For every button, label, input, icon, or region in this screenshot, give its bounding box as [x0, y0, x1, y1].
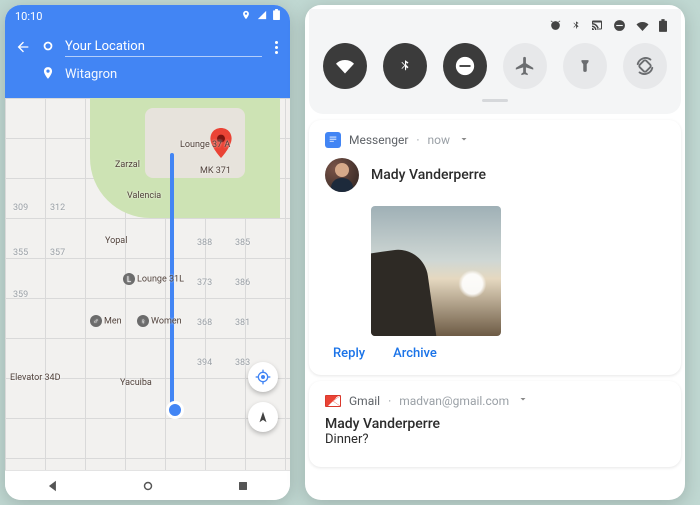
label-yopal: Yopal: [105, 236, 127, 246]
messenger-app-icon: [325, 132, 341, 148]
label-valencia: Valencia: [127, 191, 161, 201]
cast-icon: [590, 17, 604, 36]
battery-icon: [273, 9, 280, 23]
bluetooth-status-icon: [571, 17, 581, 36]
notification-time: now: [428, 133, 451, 147]
label-women: Women: [151, 317, 182, 327]
destination-display[interactable]: Witagron: [65, 65, 117, 84]
nav-home-icon[interactable]: [128, 471, 168, 501]
dnd-icon: [613, 17, 626, 36]
airplane-tile[interactable]: [503, 43, 547, 89]
label-zarzal: Zarzal: [115, 160, 140, 170]
room-number: 394: [197, 358, 212, 368]
expand-chevron-icon[interactable]: [458, 133, 470, 148]
status-bar: 10:10: [5, 5, 290, 27]
battery-status-icon: [659, 17, 667, 36]
messenger-notification[interactable]: Messenger · now Mady Vanderperre Reply A…: [309, 120, 681, 375]
origin-circle-icon: [41, 38, 55, 57]
room-number: 381: [235, 318, 250, 328]
status-icons: [241, 9, 280, 23]
phone-maps: 10:10 Your Location: [5, 5, 290, 500]
label-elevator34d: Elevator 34D: [10, 373, 61, 383]
lounge-poi-icon: L: [123, 273, 135, 285]
archive-action[interactable]: Archive: [393, 346, 437, 361]
nav-back-icon[interactable]: [33, 471, 73, 501]
gmail-notification[interactable]: Gmail · madvan@gmail.com Mady Vanderperr…: [309, 381, 681, 467]
gmail-app-icon: [325, 395, 341, 407]
room-number: 309: [13, 203, 28, 213]
android-nav-bar: [5, 470, 290, 500]
email-subject: Dinner?: [325, 432, 665, 447]
wifi-tile[interactable]: [323, 43, 367, 89]
room-number: 386: [235, 278, 250, 288]
label-yacuiba: Yacuiba: [120, 378, 152, 388]
nav-recents-icon[interactable]: [223, 471, 263, 501]
room-number: 373: [197, 278, 212, 288]
overflow-menu-icon[interactable]: [272, 41, 280, 54]
room-number: 312: [50, 203, 65, 213]
map-canvas[interactable]: Lounge 37 A MK 371 Zarzal Valencia Yopal…: [5, 98, 290, 470]
label-mk371: MK 371: [200, 166, 231, 176]
notification-app-name: Messenger: [349, 133, 408, 147]
room-number: 383: [235, 358, 250, 368]
reply-action[interactable]: Reply: [333, 346, 365, 361]
alarm-icon: [549, 17, 562, 36]
compass-button[interactable]: [248, 402, 278, 432]
room-number: 388: [197, 238, 212, 248]
sender-avatar: [325, 158, 359, 192]
rotation-tile[interactable]: [623, 43, 667, 89]
status-bar: [323, 17, 667, 35]
sender-name: Mady Vanderperre: [371, 167, 486, 183]
message-image-attachment[interactable]: [371, 206, 501, 336]
room-number: 368: [197, 318, 212, 328]
panel-drag-handle[interactable]: [482, 99, 508, 102]
back-arrow-icon[interactable]: [15, 39, 31, 55]
bluetooth-tile[interactable]: [383, 43, 427, 89]
notification-account: madvan@gmail.com: [399, 394, 509, 408]
signal-icon: [257, 10, 267, 23]
origin-input[interactable]: Your Location: [65, 37, 262, 57]
my-location-button[interactable]: [248, 362, 278, 392]
room-number: 357: [50, 248, 65, 258]
room-number: 355: [13, 248, 28, 258]
room-number: 359: [13, 290, 28, 300]
phone-notifications: Messenger · now Mady Vanderperre Reply A…: [305, 5, 685, 500]
room-number: 385: [235, 238, 250, 248]
restroom-poi-icon: ♀: [137, 315, 149, 327]
notification-app-name: Gmail: [349, 394, 380, 408]
label-lounge31l: Lounge 31L: [137, 275, 184, 285]
label-lounge37a: Lounge 37 A: [180, 140, 230, 150]
destination-pin-icon: [41, 65, 55, 84]
quick-settings-panel: [309, 9, 681, 114]
flashlight-tile[interactable]: [563, 43, 607, 89]
dnd-tile[interactable]: [443, 43, 487, 89]
label-men: Men: [104, 317, 122, 327]
location-on-icon: [241, 10, 251, 23]
wifi-status-icon: [635, 17, 650, 36]
restroom-poi-icon: ♂: [90, 315, 102, 327]
expand-chevron-icon[interactable]: [517, 393, 529, 408]
directions-header: Your Location Witagron: [5, 27, 290, 98]
clock: 10:10: [15, 10, 42, 23]
email-sender: Mady Vanderperre: [325, 416, 665, 432]
